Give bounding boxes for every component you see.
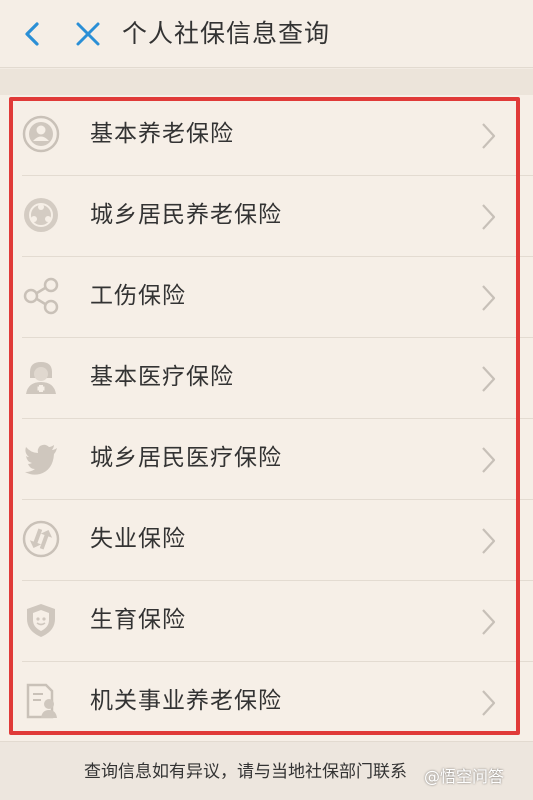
document-person-icon <box>22 682 60 720</box>
chevron-right-icon <box>482 528 496 554</box>
list-item-label: 城乡居民养老保险 <box>90 202 282 228</box>
chevron-left-icon <box>25 22 39 46</box>
chevron-right-icon <box>482 123 496 149</box>
bird-icon <box>22 439 60 477</box>
share-icon <box>22 277 60 315</box>
watermark: @悟空问答 <box>424 767 505 786</box>
list-item-label: 机关事业养老保险 <box>90 688 282 714</box>
section-gap <box>0 69 533 95</box>
list-item-label: 生育保险 <box>90 607 186 633</box>
close-icon <box>76 22 100 46</box>
list-item-institution-pension[interactable]: 机关事业养老保险 <box>0 662 533 743</box>
chevron-right-icon <box>482 285 496 311</box>
back-button[interactable] <box>12 14 52 54</box>
list-item-basic-medical[interactable]: 基本医疗保险 <box>0 338 533 419</box>
list-item-label: 基本养老保险 <box>90 121 234 147</box>
chevron-right-icon <box>482 447 496 473</box>
list-item-label: 基本医疗保险 <box>90 364 234 390</box>
list-item-resident-medical[interactable]: 城乡居民医疗保险 <box>0 419 533 500</box>
nav-bar: 个人社保信息查询 <box>0 0 533 68</box>
footer-notice: 查询信息如有异议，请与当地社保部门联系 <box>84 762 407 782</box>
list-item-label: 城乡居民医疗保险 <box>90 445 282 471</box>
close-button[interactable] <box>68 14 108 54</box>
list-item-unemployment[interactable]: 失业保险 <box>0 500 533 581</box>
page-title: 个人社保信息查询 <box>122 19 331 48</box>
chevron-right-icon <box>482 609 496 635</box>
person-circle-icon <box>22 115 60 153</box>
list-item-maternity[interactable]: 生育保险 <box>0 581 533 662</box>
list-item-basic-pension[interactable]: 基本养老保险 <box>0 95 533 176</box>
exchange-icon <box>22 520 60 558</box>
chevron-right-icon <box>482 690 496 716</box>
chevron-right-icon <box>482 366 496 392</box>
list-item-label: 失业保险 <box>90 526 186 552</box>
list-item-work-injury[interactable]: 工伤保险 <box>0 257 533 338</box>
list-item-label: 工伤保险 <box>90 283 186 309</box>
list-item-resident-pension[interactable]: 城乡居民养老保险 <box>0 176 533 257</box>
nurse-icon <box>22 358 60 396</box>
dots-circle-icon <box>22 196 60 234</box>
chevron-right-icon <box>482 204 496 230</box>
shield-icon <box>22 601 60 639</box>
insurance-list: 基本养老保险 城乡居民养老保险 工伤保险 基本医疗保险 城乡居民医疗保险 失业保… <box>0 95 533 741</box>
